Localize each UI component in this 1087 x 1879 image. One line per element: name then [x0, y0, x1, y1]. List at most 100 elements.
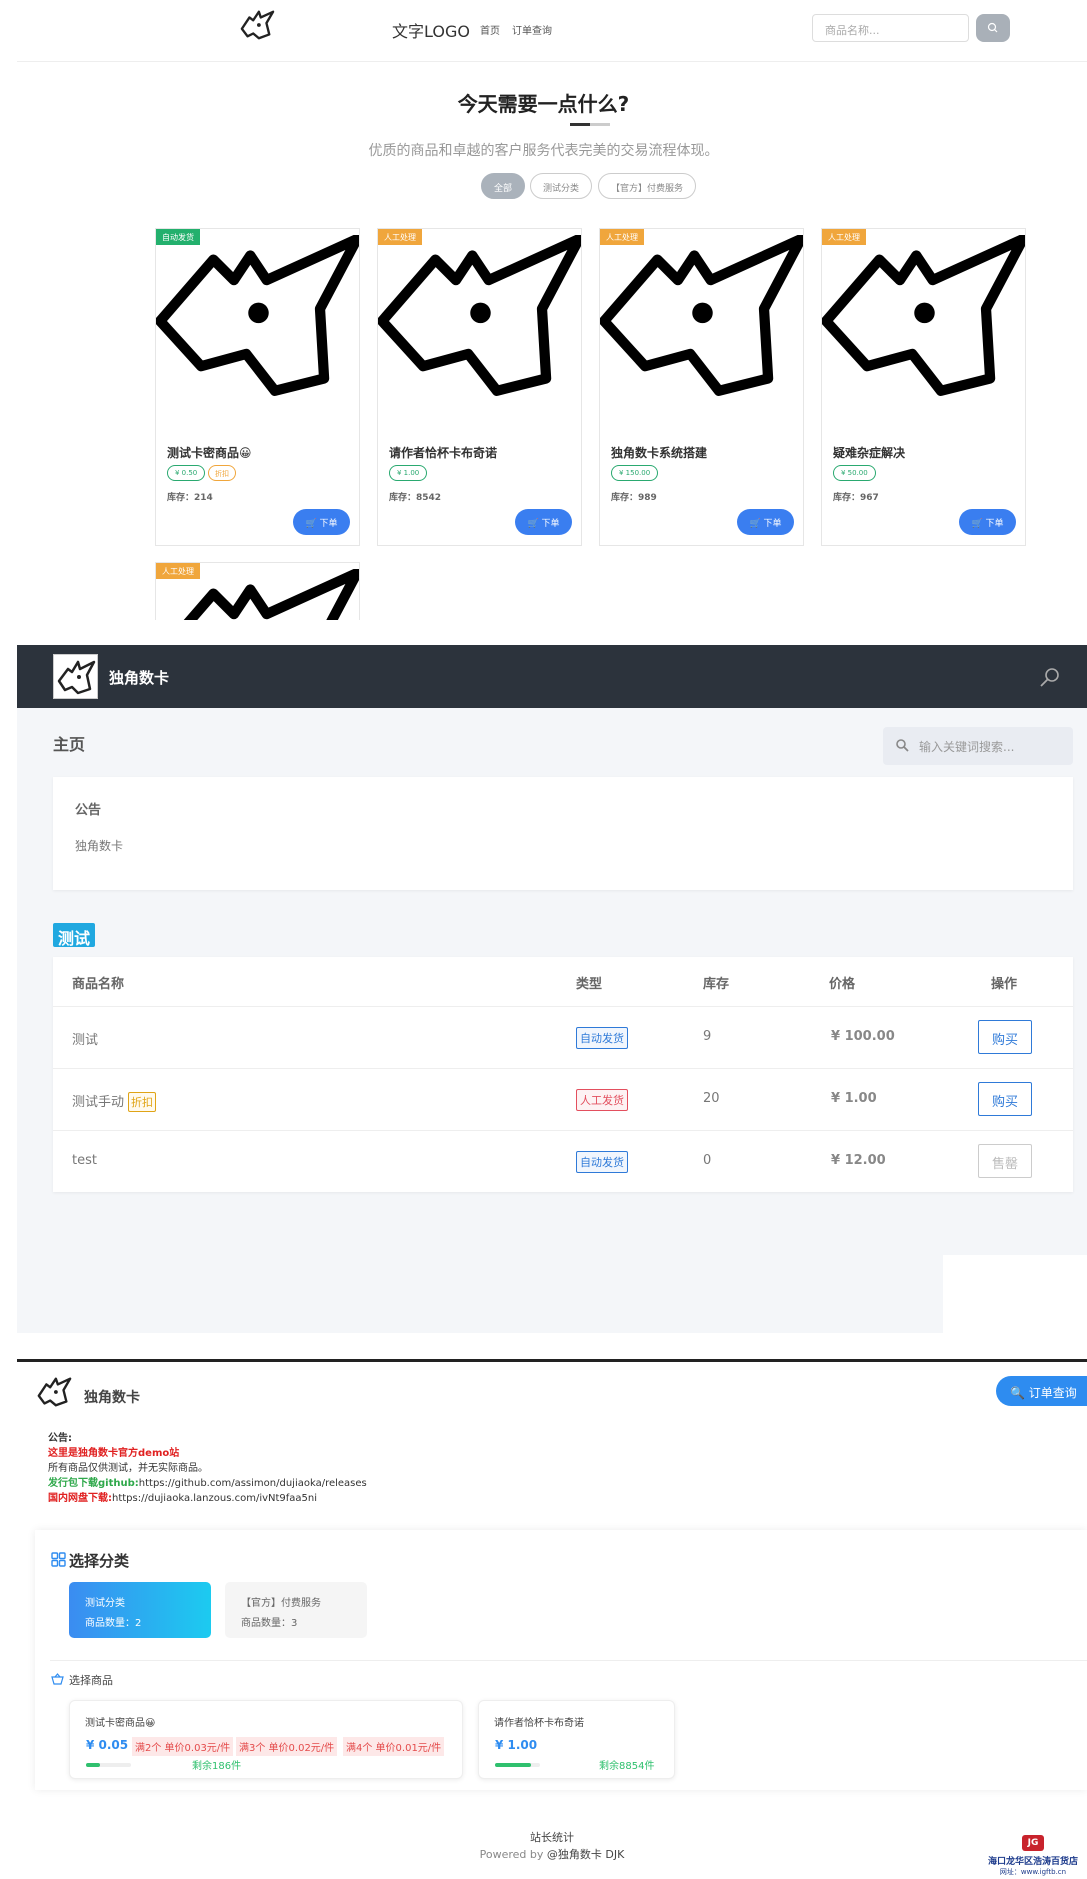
brand-name[interactable]: 独角数卡	[84, 1387, 140, 1407]
product-name[interactable]: 测试卡密商品😀	[167, 444, 252, 461]
shop-theme-3: 独角数卡 🔍 订单查询 公告: 这里是独角数卡官方demo站 所有商品仅供测试，…	[17, 1359, 1087, 1879]
product-name-cell[interactable]: 测试手动 折扣	[72, 1091, 157, 1112]
category-count: 商品数量：3	[241, 1618, 298, 1629]
discount-badge: 折扣	[208, 465, 236, 481]
product-name[interactable]: 疑难杂症解决	[833, 444, 905, 461]
product-section-title: 选择商品	[69, 1674, 113, 1687]
order-button-label: 下单	[985, 519, 1004, 529]
search-list-icon: 🔍	[1010, 1386, 1025, 1400]
category-test[interactable]: 测试分类	[530, 173, 593, 199]
merchant-stamp: JG 海口龙华区浩涛百货店 网址：www.igftb.cn	[983, 1835, 1083, 1879]
unicorn-logo-icon[interactable]	[35, 1374, 73, 1410]
wholesale-tier-badge: 满3个 单价0.02元/件	[236, 1737, 338, 1756]
price-value: ¥ 12.00	[831, 1153, 886, 1168]
category-official-paid[interactable]: 【官方】付费服务 商品数量：3	[225, 1582, 367, 1638]
brand-name[interactable]: 独角数卡	[109, 667, 169, 688]
order-button[interactable]: 🛒 下单	[737, 509, 794, 535]
table-row: test 自动发货 0 ¥ 12.00 售罄	[53, 1130, 1073, 1192]
table-row: 测试 自动发货 9 ¥ 100.00 购买	[53, 1006, 1073, 1068]
product-search-input[interactable]: 商品名称...	[812, 14, 969, 42]
unicorn-logo-icon[interactable]	[238, 8, 276, 42]
nav-order-query-link[interactable]: 订单查询	[512, 22, 552, 37]
remaining-stock: 剩余186件	[192, 1761, 242, 1772]
order-button[interactable]: 🛒 下单	[959, 509, 1016, 535]
price-value: ¥ 100.00	[831, 1029, 895, 1044]
order-button[interactable]: 🛒 下单	[515, 509, 572, 535]
product-name[interactable]: test	[72, 1153, 97, 1168]
search-placeholder: 输入关键词搜索...	[919, 740, 1015, 754]
site-stats-link[interactable]: 站长统计	[17, 1829, 1087, 1845]
column-header-stock: 库存	[703, 977, 730, 992]
download-label: 国内网盘下载:	[48, 1493, 112, 1504]
product-name[interactable]: 独角数卡系统搭建	[611, 444, 707, 461]
product-name[interactable]: 测试	[72, 1029, 98, 1048]
remaining-stock: 剩余8854件	[599, 1761, 655, 1772]
notice-title: 公告	[75, 803, 102, 818]
price-badge: ¥ 150.00	[611, 465, 659, 481]
category-grid-icon	[51, 1552, 66, 1567]
buy-button[interactable]: 购买	[978, 1020, 1032, 1054]
product-card[interactable]: 人工处理 独角数卡系统搭建 ¥ 150.00 库存：989 🛒 下单	[599, 228, 804, 546]
cart-icon: 🛒	[305, 519, 317, 529]
netdisk-link[interactable]: https://dujiaoka.lanzous.com/ivNt9faa5ni	[112, 1493, 317, 1504]
product-card[interactable]: 人工处理 请作者恰杯卡布奇诺 ¥ 1.00 库存：8542 🛒 下单	[377, 228, 582, 546]
category-section-title: 选择分类	[69, 1552, 130, 1570]
cart-icon: 🛒	[971, 519, 983, 529]
unicorn-logo-icon[interactable]	[53, 654, 98, 699]
notice-line: 所有商品仅供测试，并无实际商品。	[48, 1463, 208, 1474]
product-name: 测试卡密商品😀	[85, 1718, 156, 1729]
price-value: ¥ 1.00	[831, 1091, 877, 1106]
divider	[50, 1660, 1087, 1661]
powered-by-link[interactable]: @独角数卡 DJK	[547, 1848, 624, 1861]
order-button-label: 下单	[763, 519, 782, 529]
merchant-name: 海口龙华区浩涛百货店	[987, 1857, 1078, 1867]
product-name: 测试手动	[72, 1095, 125, 1110]
delivery-badge: 自动发货	[156, 229, 200, 245]
discount-badge: 折扣	[128, 1092, 157, 1112]
product-card[interactable]: 人工处理	[155, 562, 360, 620]
merchant-logo: JG	[1022, 1835, 1044, 1851]
product-card[interactable]: 请作者恰杯卡布奇诺 ¥ 1.00 剩余8854件	[478, 1700, 675, 1779]
order-button[interactable]: 🛒 下单	[293, 509, 350, 535]
page-subtitle: 优质的商品和卓越的客户服务代表完美的交易流程体现。	[368, 143, 719, 159]
unicorn-product-image	[156, 235, 359, 396]
sold-out-button[interactable]: 售罄	[978, 1144, 1032, 1178]
column-header-name: 商品名称	[72, 977, 125, 992]
column-header-price: 价格	[829, 977, 856, 992]
product-card[interactable]: 人工处理 疑难杂症解决 ¥ 50.00 库存：967 🛒 下单	[821, 228, 1026, 546]
price-badge: ¥ 0.50	[167, 465, 206, 481]
product-name[interactable]: 请作者恰杯卡布奇诺	[389, 444, 497, 461]
stock-value: 9	[703, 1029, 712, 1044]
search-icon	[896, 739, 909, 752]
column-header-type: 类型	[576, 977, 603, 992]
search-icon[interactable]	[1038, 665, 1062, 689]
buy-button[interactable]: 购买	[978, 1082, 1032, 1116]
search-icon	[987, 22, 998, 33]
download-label: 发行包下载github:	[48, 1478, 139, 1489]
brand-logo-text[interactable]: 文字LOGO	[392, 18, 470, 42]
delivery-badge: 人工处理	[378, 229, 422, 245]
product-card[interactable]: 自动发货 测试卡密商品😀 ¥ 0.50 折扣 库存：214 🛒 下单	[155, 228, 360, 546]
stock-text: 库存：214	[167, 493, 213, 503]
notice-label: 公告:	[48, 1433, 72, 1444]
category-all[interactable]: 全部	[481, 173, 526, 199]
category-official-paid[interactable]: 【官方】付费服务	[598, 173, 697, 199]
top-header: 独角数卡	[17, 645, 1087, 708]
shop-theme-2: 独角数卡 主页 输入关键词搜索... 公告 独角数卡 测试 商品名称 类型 库存…	[17, 645, 1087, 1333]
category-test[interactable]: 测试分类 商品数量：2	[69, 1582, 211, 1638]
product-name: 请作者恰杯卡布奇诺	[494, 1718, 584, 1729]
nav-home-link[interactable]: 首页	[480, 22, 500, 37]
order-query-button[interactable]: 🔍 订单查询	[996, 1376, 1087, 1406]
powered-by-prefix: Powered by	[479, 1848, 547, 1861]
category-group-label: 测试	[53, 923, 96, 948]
keyword-search-input[interactable]: 输入关键词搜索...	[883, 727, 1073, 765]
unicorn-product-image	[600, 235, 803, 396]
product-card[interactable]: 测试卡密商品😀 ¥ 0.05 满2个 单价0.03元/件 满3个 单价0.02元…	[69, 1700, 463, 1779]
stock-progress-bar	[86, 1763, 131, 1767]
search-button[interactable]	[976, 14, 1010, 42]
github-link[interactable]: https://github.com/assimon/dujiaoka/rele…	[139, 1478, 367, 1489]
delivery-badge: 人工处理	[156, 563, 200, 579]
stock-value: 20	[703, 1091, 720, 1106]
stock-text: 库存：989	[611, 493, 657, 503]
stock-text: 库存：967	[833, 493, 879, 503]
